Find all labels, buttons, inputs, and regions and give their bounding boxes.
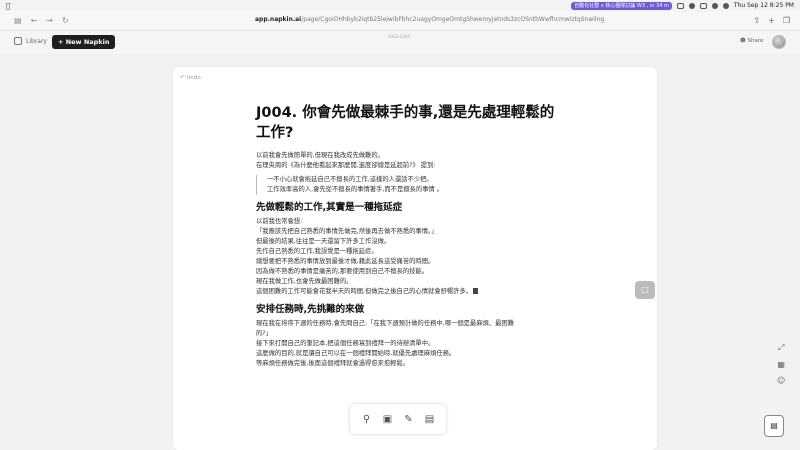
editor-canvas: ↶ Undo J004. 你會先做最棘手的事,還是先處理輕鬆的工作? 以前我會先… [0, 53, 800, 450]
share-icon[interactable]: ⇧ [753, 16, 760, 25]
help-icon[interactable]: ▤ [764, 415, 784, 437]
floating-toolbar: ⚲ ▣ ✎ ▤ [350, 404, 446, 434]
avatar[interactable] [772, 35, 786, 49]
paragraph[interactable]: 以前我會先做簡單的,但現在我改成先做難的。 [256, 151, 556, 161]
menubar-datetime[interactable]: Thu Sep 12 8:25 PM [734, 2, 794, 9]
paragraph[interactable]: 因為做不熟悉的事情是痛苦的,那要使用到自己不擅長的技能。 [256, 267, 556, 277]
expand-icon[interactable]: ⤢ [778, 343, 784, 353]
wifi-icon[interactable] [711, 2, 718, 9]
library-link[interactable]: Library [14, 37, 47, 45]
smile-icon[interactable]: ☺ [777, 376, 785, 385]
address-bar[interactable]: app.napkin.ai/page/CgoiOHhbyb2iqtb25leiw… [255, 16, 604, 23]
tabs-overview-icon[interactable]: ❐ [783, 16, 790, 25]
reload-icon[interactable]: ↻ [62, 16, 69, 25]
document-page[interactable]: ↶ Undo J004. 你會先做最棘手的事,還是先處理輕鬆的工作? 以前我會先… [173, 67, 657, 450]
text-box-icon[interactable]: ▣ [381, 412, 395, 426]
paragraph[interactable]: 「我應該先把自己熟悉的事情先做完,然後再去做不熟悉的事情。」 [256, 227, 556, 237]
paragraph[interactable]: 接下來打開自己的筆記本,把這個任務寫到禮拜一的待辦清單中。 [256, 339, 556, 349]
meeting-text: 自動化社群 x 核心團隊討論 W3 , in 34 m [574, 2, 669, 9]
paragraph[interactable]: 以前我也常會想: [256, 217, 556, 227]
focus-icon[interactable] [688, 2, 695, 9]
document-title[interactable]: J004. 你會先做最棘手的事,還是先處理輕鬆的工作? [256, 103, 556, 143]
forward-icon[interactable]: → [46, 16, 53, 25]
comment-icon[interactable]: □ [635, 281, 655, 299]
screen-icon[interactable] [676, 2, 684, 9]
paragraph[interactable]: 現在我做工作,也會先做最困難的。 [256, 277, 556, 287]
paragraph[interactable]: 這麼做的目的,就是讓自己可以在一個禮拜開始時,就優先處理麻煩任務。 [256, 349, 556, 359]
breadcrumb: 2403-2/3/3 [388, 34, 410, 39]
back-icon[interactable]: ← [31, 16, 38, 25]
section-heading[interactable]: 安排任務時,先挑難的來做 [256, 303, 556, 317]
text-cursor [473, 288, 479, 294]
quote-line: 一不小心就會拖延自己不擅長的工作,這樣的人還話不少把。 [267, 176, 433, 183]
sidebar-toggle-icon[interactable]: ▤ [14, 16, 22, 25]
new-tab-icon[interactable]: + [768, 16, 775, 25]
paragraph[interactable]: 等麻煩任務做完後,後面這個禮拜就會過得愈來愈輕鬆。 [256, 359, 556, 369]
apple-icon[interactable]:  [6, 2, 10, 10]
sparkle-search-icon[interactable]: ⚲ [360, 412, 374, 426]
share-label: Share [747, 38, 764, 44]
document-body[interactable]: J004. 你會先做最棘手的事,還是先處理輕鬆的工作? 以前我會先做簡單的,但現… [256, 103, 556, 369]
new-napkin-button[interactable]: + New Napkin [52, 35, 116, 49]
calendar-event-badge[interactable]: 自動化社群 x 核心團隊討論 W3 , in 34 m [571, 1, 672, 10]
right-tool-rail: ⤢ ▦ ☺ [777, 343, 785, 385]
pen-icon[interactable]: ✎ [402, 412, 416, 426]
browser-toolbar: ▤ ← → ↻ app.napkin.ai/page/CgoiOHhbyb2iq… [0, 11, 800, 31]
paragraph-text: 這個困難的工作可能會花我半天的時間,但做完之後自己的心情就會舒暢許多。 [256, 288, 473, 295]
paragraph[interactable]: 先作自己熟悉的工作,我誤覺是一種拖延症。 [256, 247, 556, 257]
paragraph[interactable]: 在理央周的《為什麼他看起來那麼閒,進度卻總是延超前?》 提到: [256, 161, 556, 171]
section-heading[interactable]: 先做輕鬆的工作,其實是一種拖延症 [256, 201, 556, 215]
quote-line: 工作效率高的人,會先從不擅長的事情著手,而不是擅長的事情 。 [267, 186, 444, 193]
undo-button[interactable]: ↶ Undo [180, 75, 201, 81]
undo-label: Undo [186, 75, 201, 81]
url-path: /page/CgoiOHhbyb2iqtb25leiwibFbhc2uagyOm… [301, 16, 605, 23]
library-icon [14, 37, 22, 45]
battery-icon[interactable] [699, 2, 707, 9]
paragraph[interactable]: 但最後的結果,往往是一天還留下許多工作沒做。 [256, 237, 556, 247]
app-header: Library + New Napkin 2403-2/3/3 ☻ Share [0, 31, 800, 53]
image-icon[interactable]: ▤ [423, 412, 437, 426]
blockquote[interactable]: 一不小心就會拖延自己不擅長的工作,這樣的人還話不少把。 工作效率高的人,會先從不… [256, 175, 556, 195]
control-center-icon[interactable] [722, 2, 729, 9]
paragraph[interactable]: 的?」 [256, 329, 556, 339]
grid-icon[interactable]: ▦ [777, 360, 785, 369]
paragraph[interactable]: 總想要把不熟悉的事情放到最後才做,藉此延長這受痛苦的時間。 [256, 257, 556, 267]
paragraph[interactable]: 這個困難的工作可能會花我半天的時間,但做完之後自己的心情就會舒暢許多。 [256, 287, 556, 297]
url-host: app.napkin.ai [255, 16, 302, 23]
macos-menubar:  自動化社群 x 核心團隊討論 W3 , in 34 m Thu Sep 12… [0, 0, 800, 11]
paragraph[interactable]: 現在我在排序下週的任務時,會先問自己:「在我下週預計做的任務中,哪一個是最麻煩、… [256, 319, 556, 329]
share-button[interactable]: ☻ Share [740, 38, 763, 44]
library-label: Library [26, 37, 47, 45]
